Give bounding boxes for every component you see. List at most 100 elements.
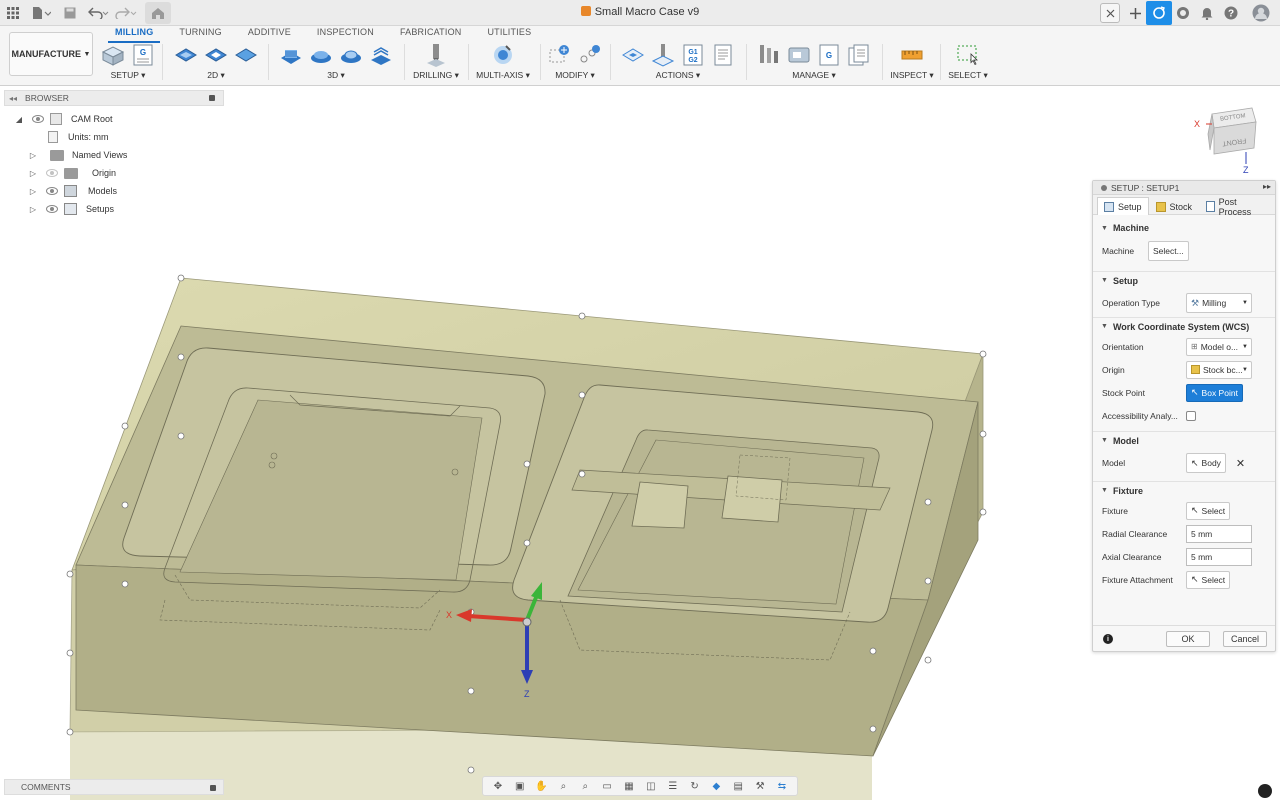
machine-select-button[interactable]: Select... [1148,241,1189,261]
sync-icon[interactable] [1146,1,1172,25]
actions-group-label[interactable]: ACTIONS [656,70,694,80]
display-settings-icon[interactable]: ▭ [601,780,613,792]
new-tab-icon[interactable] [1124,3,1146,23]
camera-icon[interactable]: ⇆ [776,780,788,792]
collapse-triangle-icon[interactable]: ◢ [14,114,24,124]
modify-selection-icon[interactable] [548,43,572,67]
cancel-button[interactable]: Cancel [1223,631,1267,647]
close-tab-icon[interactable] [1100,3,1120,23]
fixture-attachment-button[interactable]: ↖ Select [1186,570,1231,589]
zoom-window-icon[interactable]: ⌕ [579,780,591,792]
tree-item-cam-root[interactable]: ◢ CAM Root [14,111,113,127]
job-status-icon[interactable] [1172,3,1194,23]
viewports-icon[interactable]: ◫ [645,780,657,792]
axial-clearance-input[interactable] [1186,547,1252,566]
browser-header[interactable]: ◂◂ BROWSER [4,90,224,106]
redo-icon[interactable] [114,4,138,22]
look-at-icon[interactable]: ▣ [514,780,526,792]
drilling-group-label[interactable]: DRILLING [413,70,452,80]
drill-icon[interactable] [424,43,448,67]
section-icon[interactable]: ☰ [667,780,679,792]
info-icon[interactable]: i [1103,634,1113,644]
section-fixture[interactable]: ▼ Fixture [1093,481,1275,499]
browser-pin-icon[interactable] [209,95,215,101]
notifications-icon[interactable] [1196,3,1218,23]
modify-group-label[interactable]: MODIFY [555,70,588,80]
comments-panel[interactable]: COMMENTS [4,779,224,795]
file-menu-icon[interactable] [30,4,52,22]
clear-model-icon[interactable]: ✕ [1236,457,1245,470]
fixture-select-button[interactable]: ↖ Select [1186,501,1231,520]
tab-stock[interactable]: Stock [1149,197,1200,215]
section-wcs[interactable]: ▼ Work Coordinate System (WCS) [1093,317,1275,335]
tab-milling[interactable]: MILLING [102,26,166,43]
effects-icon[interactable]: ⚒ [754,780,766,792]
face-icon[interactable] [234,43,258,67]
home-icon[interactable] [145,2,171,24]
accessibility-checkbox[interactable] [1186,410,1196,421]
pan-icon[interactable]: ✋ [535,780,547,792]
expand-dialog-icon[interactable]: ▸▸ [1263,182,1271,191]
tab-utilities[interactable]: UTILITIES [474,26,544,40]
visual-style-icon[interactable]: ◆ [710,780,722,792]
3d-adaptive-icon[interactable] [279,43,303,67]
select-group-label[interactable]: SELECT [948,70,981,80]
grid-icon[interactable]: ▦ [623,780,635,792]
account-avatar-icon[interactable] [1250,3,1272,23]
measure-icon[interactable] [900,43,924,67]
environment-icon[interactable]: ▤ [732,780,744,792]
tree-item-units[interactable]: Units: mm [48,129,109,145]
2d-adaptive-icon[interactable] [174,43,198,67]
orbit-icon[interactable]: ✥ [492,780,504,792]
steep-and-shallow-icon[interactable] [339,43,363,67]
visibility-eye-icon[interactable] [46,187,58,195]
tool-library-icon[interactable] [757,43,781,67]
nc-program-icon[interactable]: G [131,43,155,67]
stock-point-button[interactable]: ↖ Box Point [1186,383,1243,402]
tab-turning[interactable]: TURNING [166,26,234,40]
visibility-eye-icon[interactable] [46,205,58,213]
inspect-group-label[interactable]: INSPECT [890,70,927,80]
2d-pocket-icon[interactable] [204,43,228,67]
orientation-dropdown[interactable]: ⊞ Model o... ▼ [1186,337,1252,356]
tab-setup[interactable]: Setup [1097,197,1149,215]
expand-triangle-icon[interactable]: ▷ [28,186,38,196]
radial-clearance-input[interactable] [1186,524,1252,543]
pocket-clearing-icon[interactable] [309,43,333,67]
origin-dropdown[interactable]: Stock bc... ▼ [1186,360,1252,379]
machine-library-icon[interactable] [787,43,811,67]
setup-group-label[interactable]: SETUP [111,70,139,80]
collapse-left-icon[interactable]: ◂◂ [9,94,17,103]
post-library-icon[interactable]: G [817,43,841,67]
tree-item-models[interactable]: ▷ Models [28,183,117,199]
help-icon[interactable]: ? [1220,3,1242,23]
window-select-icon[interactable] [956,43,980,67]
pattern-icon[interactable] [578,43,602,67]
setup-dialog-header[interactable]: SETUP : SETUP1 ▸▸ [1093,181,1275,195]
template-library-icon[interactable] [847,43,871,67]
zoom-icon[interactable]: ⌕ [557,780,569,792]
expand-triangle-icon[interactable]: ▷ [28,150,38,160]
simulate-icon[interactable] [621,43,645,67]
tab-fabrication[interactable]: FABRICATION [387,26,475,40]
section-machine[interactable]: ▼ Machine [1093,219,1275,237]
setup-sheet-icon[interactable] [711,43,735,67]
ok-button[interactable]: OK [1166,631,1210,647]
visibility-eye-icon[interactable] [32,115,44,123]
section-model[interactable]: ▼ Model [1093,431,1275,449]
multi-axis-icon[interactable] [491,43,515,67]
tree-item-named-views[interactable]: ▷ Named Views [28,147,127,163]
simulate-with-machine-icon[interactable] [651,43,675,67]
undo-icon[interactable] [86,4,110,22]
multi-axis-group-label[interactable]: MULTI-AXIS [476,70,523,80]
post-process-icon[interactable]: G1 G2 [681,43,705,67]
tab-additive[interactable]: ADDITIVE [235,26,304,40]
2d-group-label[interactable]: 2D [207,70,218,80]
feedback-icon[interactable] [1258,784,1272,798]
workspace-switcher-button[interactable]: MANUFACTURE ▼ [9,32,93,76]
new-setup-icon[interactable] [101,43,125,67]
expand-triangle-icon[interactable]: ▷ [28,168,38,178]
apps-grid-icon[interactable] [6,4,20,22]
tree-item-origin[interactable]: ▷ Origin [28,165,116,181]
3d-group-label[interactable]: 3D [327,70,338,80]
